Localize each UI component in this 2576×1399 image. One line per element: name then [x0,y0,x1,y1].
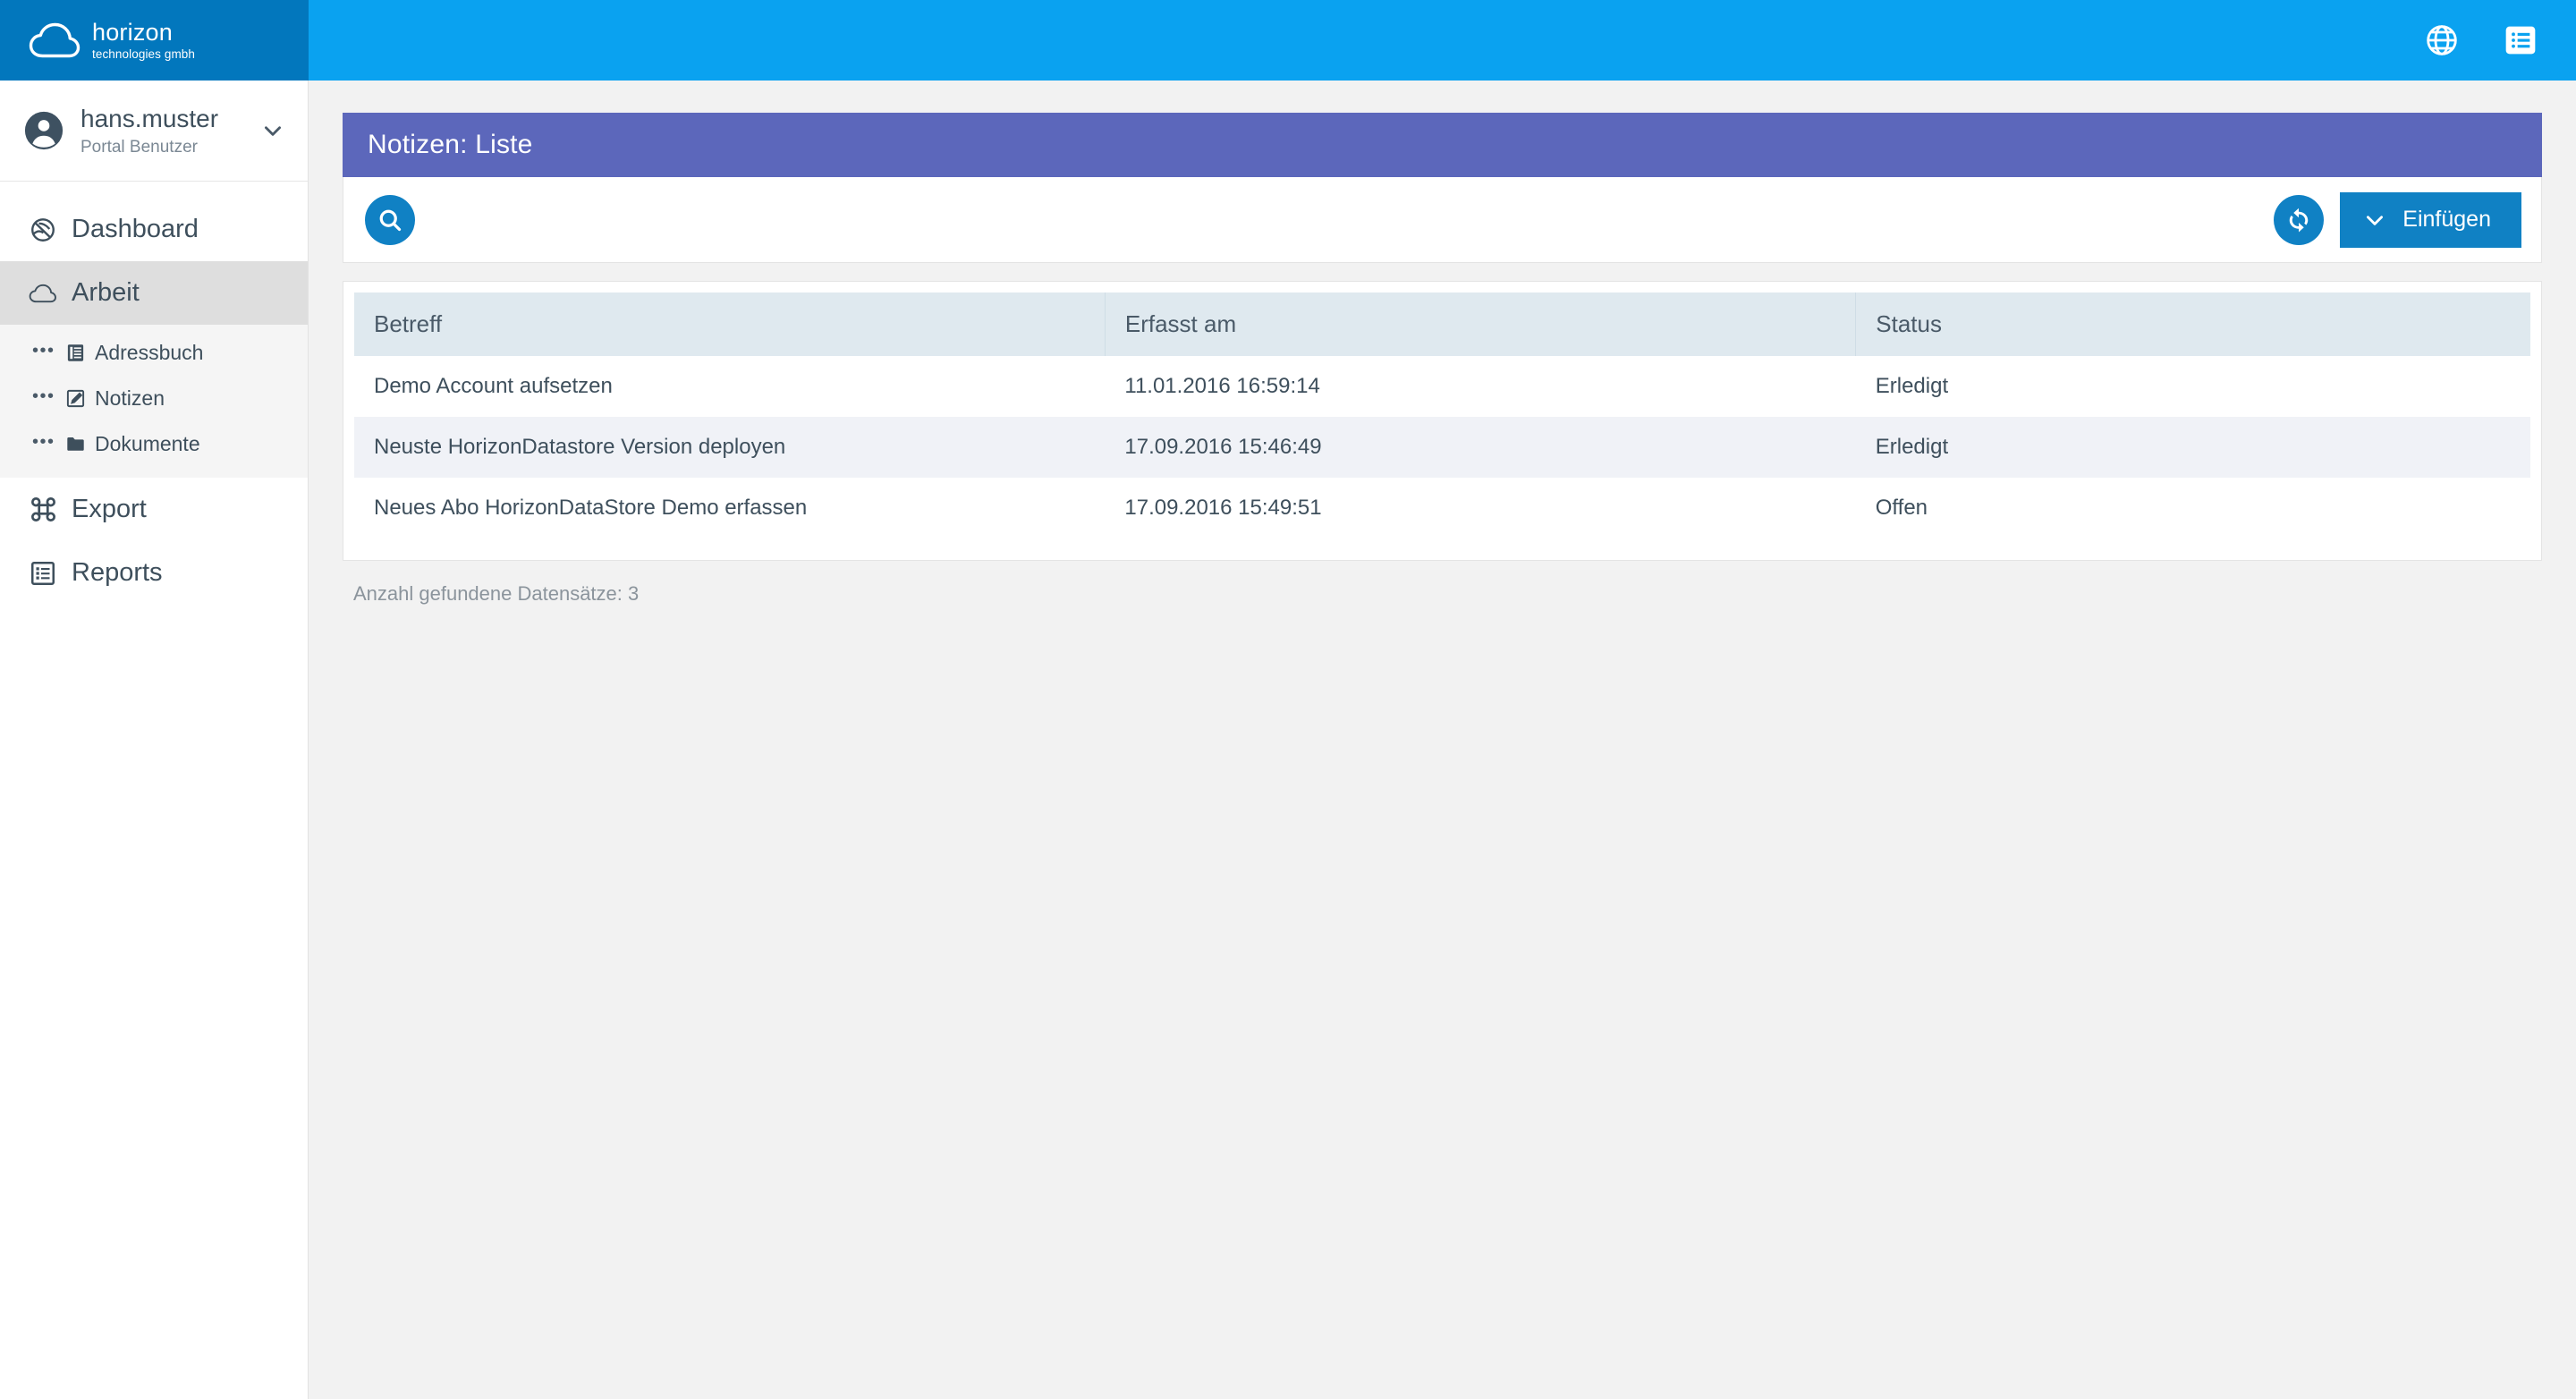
brand-tagline: technologies gmbh [92,47,196,61]
search-button[interactable] [365,194,415,245]
sidebar-item-dashboard[interactable]: Dashboard [0,198,308,261]
top-strip: horizon technologies gmbh [0,0,2576,81]
table-body: Demo Account aufsetzen 11.01.2016 16:59:… [354,356,2530,538]
sidebar-nav: Dashboard Arbeit ••• Adressbuch ••• Noti… [0,182,308,605]
chevron-down-icon[interactable] [261,119,284,142]
list-menu-icon[interactable] [2501,21,2540,60]
note-edit-icon [64,388,86,410]
drag-handle-dots-icon[interactable]: ••• [32,342,55,360]
sidebar-subitem-label: Notizen [95,386,165,411]
sidebar-subitem-label: Adressbuch [95,341,204,365]
app-root: horizon technologies gmbh hans.muster Po… [0,0,2576,1399]
brand-logo: horizon technologies gmbh [29,18,196,61]
sidebar-item-reports[interactable]: Reports [0,541,308,605]
sidebar-submenu-arbeit: ••• Adressbuch ••• Notizen ••• Dokumente [0,325,308,479]
cell-status: Offen [1875,496,1928,520]
cell-betreff: Neuste HorizonDatastore Version deployen [374,435,786,459]
notizen-table-container: Betreff Erfasst am Status Demo Account a… [343,281,2542,561]
column-header-erfasst-am[interactable]: Erfasst am [1105,293,1857,356]
toolbar-actions: Einfügen [2274,191,2521,248]
brand-text: horizon technologies gmbh [92,18,196,61]
refresh-icon [2285,207,2312,233]
cell-status: Erledigt [1875,374,1949,398]
cell-erfasst-am: 11.01.2016 16:59:14 [1124,374,1320,398]
cell-erfasst-am: 17.09.2016 15:49:51 [1124,496,1322,520]
chevron-down-icon [2363,208,2386,232]
table-row[interactable]: Neues Abo HorizonDataStore Demo erfassen… [354,478,2530,538]
sidebar-item-label: Dashboard [72,215,199,244]
user-avatar-icon [23,110,64,151]
sidebar-item-label: Reports [72,558,163,588]
table-row[interactable]: Demo Account aufsetzen 11.01.2016 16:59:… [354,356,2530,417]
sidebar: hans.muster Portal Benutzer Dashboard Ar… [0,81,309,1399]
address-book-icon [64,343,86,364]
table-header-row: Betreff Erfasst am Status [354,293,2530,356]
record-count-label: Anzahl gefundene Datensätze: 3 [353,582,640,605]
user-meta: hans.muster Portal Benutzer [80,104,245,157]
main-content: Notizen: Liste Einfügen Betreff Erfasst … [309,81,2576,1399]
column-header-status[interactable]: Status [1855,293,2530,356]
sidebar-item-label: Arbeit [72,278,140,308]
reports-list-icon [29,559,57,588]
export-icon [29,496,57,524]
table-row[interactable]: Neuste HorizonDatastore Version deployen… [354,417,2530,478]
list-toolbar: Einfügen [343,177,2542,263]
refresh-button[interactable] [2274,194,2325,245]
body-row: hans.muster Portal Benutzer Dashboard Ar… [0,81,2576,1399]
top-bar [309,0,2576,81]
globe-icon[interactable] [2422,21,2462,60]
cell-erfasst-am: 17.09.2016 15:46:49 [1124,435,1322,459]
cell-status: Erledigt [1875,435,1949,459]
notizen-table: Betreff Erfasst am Status Demo Account a… [354,293,2530,538]
dashboard-icon [29,216,57,244]
page-title: Notizen: Liste [343,113,2542,177]
brand-name: horizon [92,18,173,46]
cloud-icon [29,22,80,58]
sidebar-item-label: Export [72,495,147,524]
brand-panel[interactable]: horizon technologies gmbh [0,0,309,81]
sidebar-item-notizen[interactable]: ••• Notizen [0,376,308,421]
drag-handle-dots-icon[interactable]: ••• [32,387,55,405]
table-header: Betreff Erfasst am Status [354,293,2530,356]
cell-betreff: Demo Account aufsetzen [374,374,613,398]
search-icon [377,207,403,233]
sidebar-subitem-label: Dokumente [95,432,200,456]
column-header-betreff[interactable]: Betreff [354,293,1106,356]
sidebar-item-dokumente[interactable]: ••• Dokumente [0,421,308,467]
user-profile-block[interactable]: hans.muster Portal Benutzer [0,81,308,182]
user-name: hans.muster [80,105,219,132]
cloud-icon [29,279,57,308]
cell-betreff: Neues Abo HorizonDataStore Demo erfassen [374,496,808,520]
user-role: Portal Benutzer [80,138,198,157]
drag-handle-dots-icon[interactable]: ••• [32,433,55,451]
notizen-list-panel: Notizen: Liste Einfügen Betreff Erfasst … [343,113,2542,606]
insert-button[interactable]: Einfügen [2340,191,2521,248]
folder-icon [64,434,86,455]
sidebar-item-adressbuch[interactable]: ••• Adressbuch [0,330,308,376]
insert-button-label: Einfügen [2402,207,2491,232]
sidebar-item-arbeit[interactable]: Arbeit [0,261,308,326]
sidebar-item-export[interactable]: Export [0,478,308,541]
